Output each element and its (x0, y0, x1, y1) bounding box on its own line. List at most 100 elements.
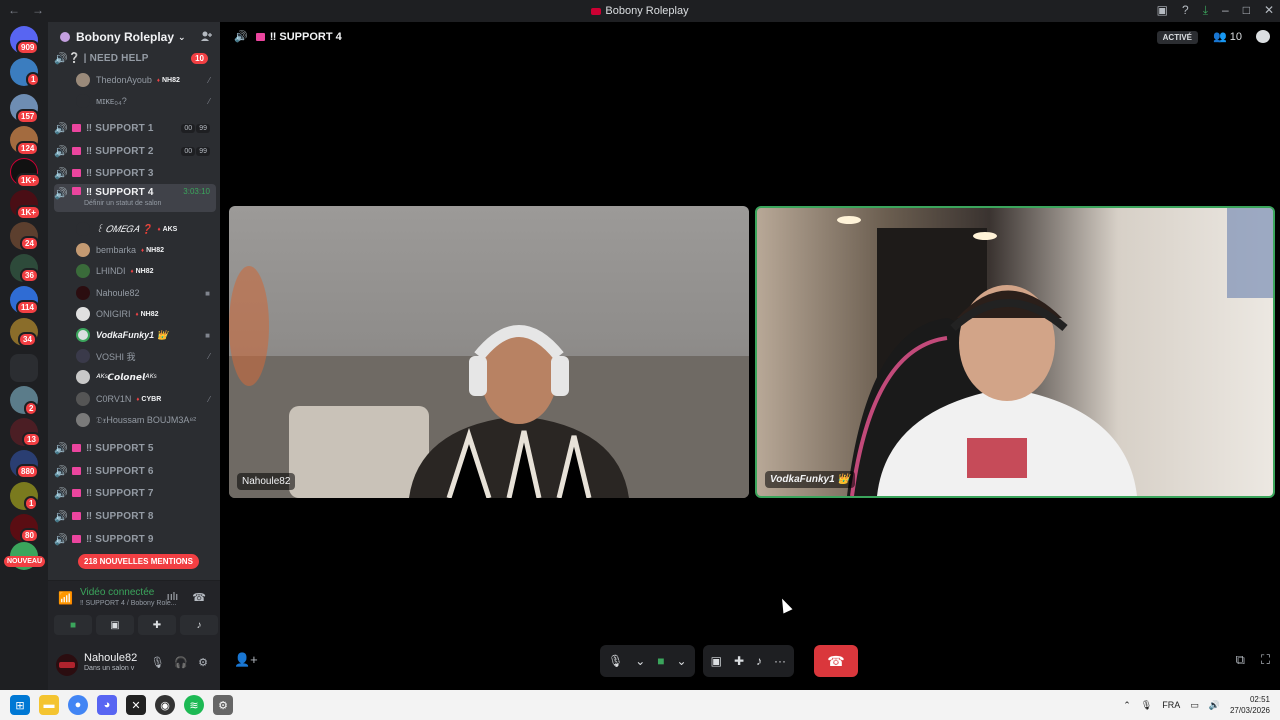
chevron-up-icon[interactable]: ⌃ (1123, 700, 1131, 711)
voice-user[interactable]: C0RV1N CYBR ⁄ (76, 389, 216, 409)
soundboard-icon[interactable]: ♪ (756, 654, 762, 668)
user-name: ThedonAyoub (96, 75, 152, 85)
voice-user[interactable]: ꒰ 𝑂𝑀𝐸𝐺𝐴 ❓ AKS (76, 219, 216, 239)
voice-channel-support-1[interactable]: 🔊 ‼ SUPPORT 1 00 99 (54, 118, 216, 138)
camera-button[interactable]: ■ (54, 615, 92, 635)
new-server-badge: NOUVEAU (4, 556, 46, 567)
maximize-button[interactable]: □ (1243, 3, 1250, 18)
unread-badge: 157 (16, 109, 40, 124)
server-name: Bobony Roleplay (76, 30, 175, 44)
headphones-icon[interactable]: 🎧 (174, 656, 188, 669)
participants-button[interactable]: 👥 10 (1213, 30, 1242, 43)
help-icon[interactable]: ? (1182, 3, 1189, 18)
add-user-icon[interactable] (200, 30, 212, 42)
voice-user[interactable]: bembarka NH82 (76, 240, 216, 260)
unread-badge: 114 (16, 300, 39, 315)
soundboard-button[interactable]: ♪ (180, 615, 218, 635)
avatar[interactable] (56, 654, 78, 676)
voice-channel-support-5[interactable]: 🔊 ‼ SUPPORT 5 (54, 438, 216, 458)
voice-location[interactable]: ‼ SUPPORT 4 / Bobony Role... (80, 600, 177, 607)
download-icon[interactable]: ⤓ (1203, 3, 1208, 18)
speaker-icon: 🔊 (54, 52, 68, 65)
chevron-down-icon[interactable]: ⌄ (677, 654, 687, 668)
voice-user[interactable]: ᴬᴷˢ𝘾𝙤𝙡𝙤𝙣𝙚𝙡ᴬᴷˢ (76, 367, 216, 387)
voice-user[interactable]: Nahoule82 ■ (76, 283, 216, 303)
voice-channel-support-8[interactable]: 🔊 ‼ SUPPORT 8 (54, 506, 216, 526)
voice-user[interactable]: VOSHI 我 ⁄ (76, 346, 216, 366)
folder-icon[interactable] (10, 354, 38, 382)
file-explorer-icon[interactable]: ▬ (39, 695, 59, 715)
activity-status-badge[interactable]: ACTIVÉ (1156, 31, 1198, 44)
disconnect-icon[interactable]: ☎ (192, 591, 206, 604)
screen-share-icon[interactable]: ▣ (711, 654, 722, 668)
network-icon[interactable]: ▭ (1190, 700, 1199, 711)
muted-icon: ⁄ (208, 96, 210, 106)
voice-channel-support-6[interactable]: 🔊 ‼ SUPPORT 6 (54, 461, 216, 481)
language-indicator[interactable]: FRA (1162, 700, 1180, 710)
activities-button[interactable]: ✚ (138, 615, 176, 635)
close-button[interactable]: ✕ (1264, 3, 1274, 18)
fullscreen-icon[interactable]: ⛶ (1261, 652, 1270, 668)
voice-user[interactable]: ONIGIRI NH82 (76, 304, 216, 324)
signal-icon[interactable]: 📶 (58, 591, 73, 605)
voice-user[interactable]: ThedonAyoub NH82 ⁄ (76, 70, 216, 90)
voice-user[interactable]: VodkaFunky1 👑 ■ (76, 325, 216, 345)
muted-icon: ⁄ (208, 351, 210, 361)
settings-gear-icon[interactable]: ⚙ (198, 656, 208, 669)
voice-user[interactable]: LHINDI NH82 (76, 261, 216, 281)
channel-status[interactable]: Définir un statut de salon (84, 200, 161, 207)
screen-share-button[interactable]: ▣ (96, 615, 134, 635)
microphone-icon[interactable]: 🎙 (1141, 700, 1152, 711)
user-panel: Nahoule82 Dans un salon v 🎙 🎧 ⚙ (48, 640, 220, 690)
popout-icon[interactable]: ⧉ (1236, 652, 1245, 668)
voice-user[interactable]: ᴍɪᴋᴇ₀₄? ⁄ (76, 91, 216, 111)
channel-tag-icon (72, 124, 81, 132)
avatar (76, 243, 90, 257)
avatar (76, 286, 90, 300)
video-tile-speaking[interactable]: VodkaFunky1 👑 (755, 206, 1275, 498)
avatar (76, 222, 90, 236)
current-user-name[interactable]: Nahoule82 (84, 652, 137, 664)
user-limit-pill: 99 (196, 146, 210, 156)
obs-icon[interactable]: ◉ (155, 695, 175, 715)
voice-channel-support-7[interactable]: 🔊 ‼ SUPPORT 7 (54, 483, 216, 503)
camera-icon[interactable]: ■ (657, 654, 664, 668)
settings-gear-icon[interactable]: ⚙ (213, 695, 233, 715)
voice-channel-support-9[interactable]: 🔊 ‼ SUPPORT 9 (54, 529, 216, 549)
microphone-icon[interactable]: 🎙 (150, 656, 164, 669)
chat-bubble-icon[interactable] (1256, 30, 1270, 43)
unread-badge: 124 (16, 141, 40, 156)
activities-icon[interactable]: ✚ (734, 654, 744, 668)
channel-tag-icon (72, 467, 81, 475)
more-options-icon[interactable]: ··· (774, 654, 786, 668)
noise-suppression-icon[interactable]: ıılı (167, 591, 179, 604)
hang-up-button[interactable]: ☎ (814, 645, 859, 677)
app-icon[interactable]: ✕ (126, 695, 146, 715)
voice-channel-need-help[interactable]: 🔊 ❔ | NEED HELP 10 (54, 48, 216, 68)
discord-icon[interactable]: ◕ (97, 695, 117, 715)
start-menu-icon[interactable]: ⊞ (10, 695, 30, 715)
speaker-icon: 🔊 (54, 167, 68, 180)
minimize-button[interactable]: – (1222, 3, 1229, 18)
new-mentions-button[interactable]: 218 NOUVELLES MENTIONS (78, 554, 199, 569)
clock[interactable]: 02:51 27/03/2026 (1230, 694, 1270, 716)
volume-icon[interactable]: 🔊 (1209, 700, 1220, 711)
chevron-down-icon[interactable]: ⌄ (635, 654, 645, 668)
role-tag: AKS (158, 226, 178, 233)
voice-channel-support-3[interactable]: 🔊 ‼ SUPPORT 3 (54, 163, 216, 183)
screen-share-icon[interactable]: ▣ (1157, 3, 1168, 18)
avatar (76, 307, 90, 321)
chrome-icon[interactable]: ● (68, 695, 88, 715)
unread-badge: 1K+ (16, 205, 41, 220)
voice-user[interactable]: 𝔇𝔵Houssam BOUJM3A⁸² (76, 410, 216, 430)
user-name: VodkaFunky1 👑 (96, 329, 168, 340)
unread-badge: 880 (16, 464, 40, 479)
voice-status[interactable]: Vidéo connectée (80, 587, 154, 598)
channel-name: ‼ SUPPORT 1 (86, 122, 154, 134)
voice-channel-support-2[interactable]: 🔊 ‼ SUPPORT 2 00 99 (54, 141, 216, 161)
voice-channel-support-4[interactable]: 🔊 ‼ SUPPORT 4 3:03:10 Définir un statut … (54, 184, 216, 212)
video-tile[interactable]: Nahoule82 (229, 206, 749, 498)
spotify-icon[interactable]: ≋ (184, 695, 204, 715)
microphone-icon[interactable]: 🎙 (608, 654, 623, 668)
invite-people-icon[interactable]: 👤+ (234, 652, 258, 668)
